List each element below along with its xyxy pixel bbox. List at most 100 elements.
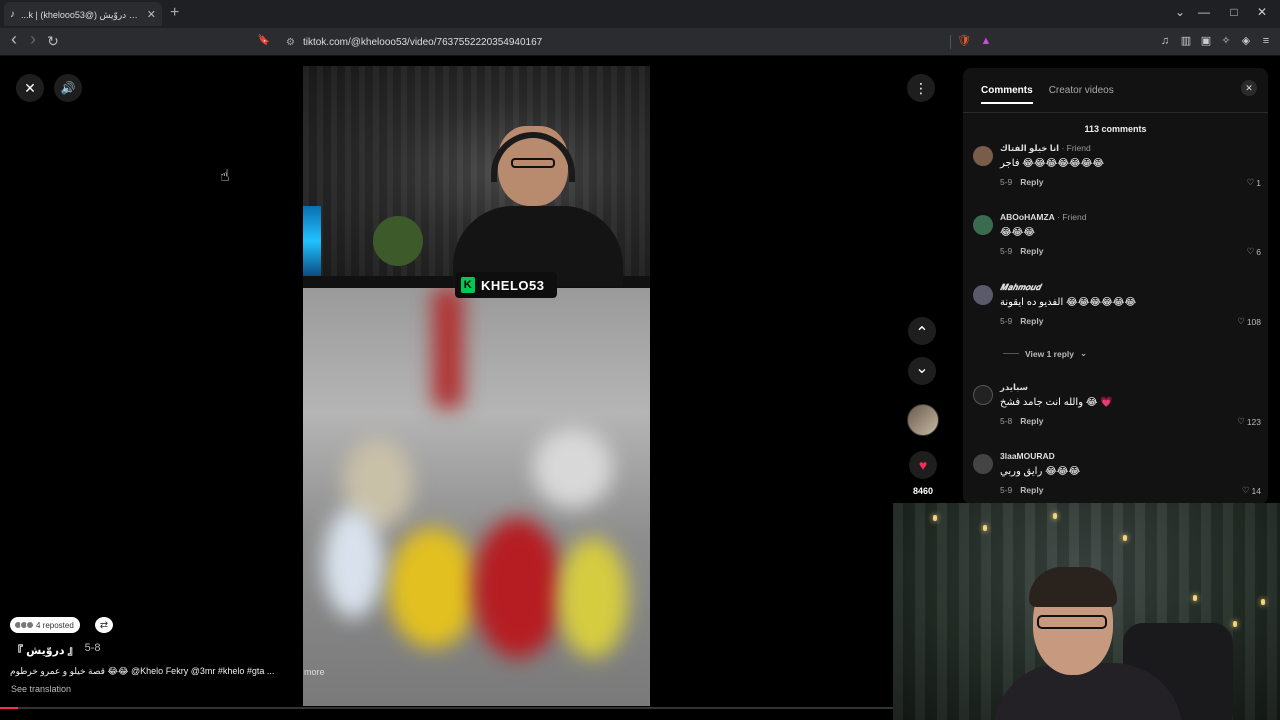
panel-divider — [963, 112, 1268, 113]
post-date: 5-8 — [84, 642, 101, 654]
forward-button[interactable]: › — [25, 30, 41, 48]
see-translation-link[interactable]: See translation — [11, 684, 71, 694]
close-video-button[interactable]: ✕ — [16, 74, 44, 102]
post-author-line: 『 دروّيش 』 5-8 — [12, 642, 101, 658]
view-replies-button[interactable]: View 1 reply ⌄ — [1003, 348, 1087, 359]
tab-close-icon[interactable]: ✕ — [147, 8, 156, 21]
brave-rewards-icon[interactable]: ▲ — [979, 34, 993, 48]
comment-like-button[interactable]: ♡ 6 — [1247, 246, 1261, 257]
reload-button[interactable]: ↻ — [45, 33, 61, 49]
comment-like-button[interactable]: ♡ 14 — [1242, 485, 1261, 496]
post-description: قصة خيلو و عمرو خرطوم 😂😂 @Khelo Fekry @3… — [10, 666, 275, 676]
comment-meta: 5-9 Reply — [1000, 177, 1043, 187]
comment-like-button[interactable]: ♡ 1 — [1247, 177, 1261, 188]
reply-button[interactable]: Reply — [1020, 485, 1043, 495]
sidebar-icon[interactable]: ▥ — [1179, 34, 1193, 48]
menu-icon[interactable]: ≡ — [1259, 34, 1273, 48]
new-tab-button[interactable]: + — [170, 4, 179, 22]
window-close-button[interactable]: ✕ — [1252, 5, 1272, 19]
browser-tab-bar — [0, 0, 1280, 28]
address-bar[interactable]: ⚙ tiktok.com/@khelooo53/video/7637552220… — [282, 32, 950, 52]
streamer-tag: K KHELO53 — [455, 272, 557, 298]
panel-close-button[interactable]: ✕ — [1241, 80, 1257, 96]
reply-button[interactable]: Reply — [1020, 316, 1043, 326]
comment-meta: 5-8 Reply — [1000, 416, 1043, 426]
comment-like-count: 1 — [1256, 177, 1261, 188]
comment-date: 5-9 — [1000, 246, 1013, 256]
video-player[interactable]: K KHELO53 — [303, 66, 650, 706]
comment-like-button[interactable]: ♡ 108 — [1237, 316, 1261, 327]
comment-user[interactable]: انا خيلو الفتاك · Friend — [1000, 143, 1091, 154]
comment-like-button[interactable]: ♡ 123 — [1237, 416, 1261, 427]
heart-outline-icon: ♡ — [1246, 177, 1255, 187]
comment-meta: 5-9 Reply — [1000, 316, 1043, 326]
reposter-avatars — [14, 621, 34, 629]
reply-button[interactable]: Reply — [1020, 246, 1043, 256]
maximize-button[interactable]: □ — [1224, 5, 1244, 19]
comment-meta: 5-9 Reply — [1000, 485, 1043, 495]
avatar[interactable] — [973, 285, 993, 305]
tiktok-favicon-icon: ♪ — [10, 8, 15, 20]
bookmark-icon[interactable]: 🔖 — [256, 33, 272, 49]
avatar[interactable] — [973, 146, 993, 166]
avatar[interactable] — [973, 385, 993, 405]
more-link[interactable]: more — [304, 667, 325, 677]
heart-icon: ♥ — [918, 457, 928, 473]
tab-creator-videos[interactable]: Creator videos — [1049, 85, 1114, 104]
more-options-button[interactable]: ⋮ — [907, 74, 935, 102]
streamer-tag-text: KHELO53 — [481, 277, 545, 293]
comment-date: 5-9 — [1000, 485, 1013, 495]
leo-ai-icon[interactable]: ✧ — [1219, 34, 1233, 48]
wallet-icon[interactable]: ▣ — [1199, 34, 1213, 48]
browser-tab[interactable]: ♪ ...k | (khelooo53@) دروّيش 『 』 ✕ — [4, 2, 162, 26]
close-icon: ✕ — [1245, 82, 1253, 93]
brave-shield-icon[interactable]: 🛡 — [957, 34, 971, 48]
reply-button[interactable]: Reply — [1020, 416, 1043, 426]
chevron-down-icon: ⌄ — [1079, 348, 1088, 358]
avatar[interactable] — [973, 454, 993, 474]
previous-video-button[interactable]: ⌃ — [908, 317, 936, 345]
reposted-text: 4 reposted — [36, 620, 74, 630]
url-text: tiktok.com/@khelooo53/video/763755222035… — [302, 36, 543, 48]
comment-like-count: 14 — [1251, 485, 1261, 496]
comment-user[interactable]: سبايدر — [1000, 382, 1028, 393]
avatar[interactable] — [973, 215, 993, 235]
comment-text: فاجر 😂😂😂😂😂😂😂 — [1000, 158, 1105, 169]
streamer-camera-feed — [303, 66, 650, 286]
video-progress-fill — [0, 707, 18, 709]
comment-user[interactable]: 𝑴𝒂𝒉𝒎𝒐𝒖𝒅 — [1000, 282, 1041, 293]
site-info-icon[interactable]: ⚙ — [286, 37, 295, 48]
media-icon[interactable]: ♫ — [1158, 34, 1172, 48]
reply-line — [1003, 353, 1019, 354]
reposted-badge[interactable]: 4 reposted — [10, 617, 80, 633]
comment-text: الفديو ده ايقونة 😂😂😂😂😂😂 — [1000, 297, 1137, 308]
panel-tabs: Comments Creator videos — [981, 85, 1114, 104]
vpn-icon[interactable]: ◈ — [1239, 34, 1253, 48]
comment-date: 5-9 — [1000, 316, 1013, 326]
like-button[interactable]: ♥ — [909, 451, 937, 479]
video-progress-track[interactable] — [0, 707, 893, 709]
heart-outline-icon: ♡ — [1246, 246, 1255, 256]
reply-button[interactable]: Reply — [1020, 177, 1043, 187]
minimize-button[interactable]: — — [1194, 5, 1214, 19]
creator-avatar[interactable] — [907, 404, 939, 436]
comment-date: 5-8 — [1000, 416, 1013, 426]
post-author[interactable]: 『 دروّيش 』 — [12, 642, 79, 658]
friend-label: · Friend — [1054, 212, 1087, 222]
next-video-button[interactable]: ⌄ — [908, 357, 936, 385]
repost-icon[interactable]: ⇄ — [95, 617, 113, 633]
comments-panel: Comments Creator videos ✕ 113 comments ا… — [963, 68, 1268, 504]
comment-user[interactable]: ABOoHAMZA · Friend — [1000, 212, 1086, 222]
comment-user[interactable]: 3laaMOURAD — [1000, 451, 1055, 461]
comment-text: 😂😂😂 — [1000, 227, 1036, 238]
volume-button[interactable]: 🔊 — [54, 74, 82, 102]
chevron-down-icon: ⌄ — [915, 360, 929, 377]
comment-text: والله انت جامد فشخ 😂 💗 — [1000, 397, 1113, 408]
comment-like-count: 6 — [1256, 246, 1261, 257]
tab-comments[interactable]: Comments — [981, 85, 1033, 104]
comment-like-count: 108 — [1246, 316, 1261, 327]
volume-icon: 🔊 — [60, 81, 76, 95]
back-button[interactable]: ‹ — [6, 30, 22, 48]
webcam-person-glasses — [1037, 615, 1107, 629]
tab-list-chevron-icon[interactable]: ⌄ — [1170, 5, 1190, 19]
